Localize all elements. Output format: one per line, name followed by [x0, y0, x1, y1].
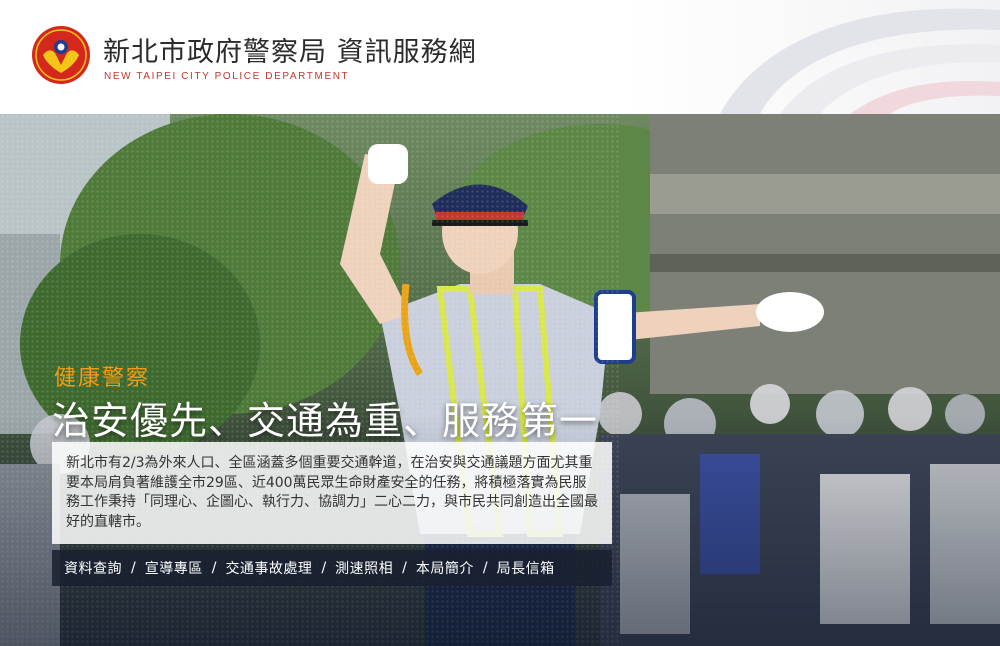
quick-links-nav: 資料查詢 / 宣導專區 / 交通事故處理 / 測速照相 / 本局簡介 / 局長信… [52, 550, 612, 586]
nav-promotion[interactable]: 宣導專區 [145, 558, 203, 578]
hero-tagline-small: 健康警察 [54, 366, 151, 391]
nav-separator: / [402, 560, 407, 576]
site-title[interactable]: 新北市政府警察局 資訊服務網 [103, 30, 477, 69]
nav-separator: / [321, 560, 327, 576]
site-header: 新北市政府警察局 資訊服務網 NEW TAIPEI CITY POLICE DE… [0, 0, 1000, 114]
nav-about[interactable]: 本局簡介 [416, 558, 474, 578]
nav-data-query[interactable]: 資料查詢 [64, 558, 122, 578]
nav-separator: / [131, 560, 136, 576]
hero-banner: 健康警察 治安優先、交通為重、服務第一 新北市有2/3為外來人口、全區涵蓋多個重… [0, 114, 1000, 646]
hero-description: 新北市有2/3為外來人口、全區涵蓋多個重要交通幹道，在治安與交通議題方面尤其重要… [52, 442, 612, 544]
hero-tagline: 治安優先、交通為重、服務第一 [52, 399, 599, 443]
nav-separator: / [482, 560, 488, 576]
nav-traffic-accident[interactable]: 交通事故處理 [225, 558, 312, 578]
site-subtitle: NEW TAIPEI CITY POLICE DEPARTMENT [104, 71, 350, 82]
police-emblem-icon[interactable] [31, 25, 91, 85]
decorative-swoosh [720, 8, 1000, 114]
nav-speed-camera[interactable]: 測速照相 [335, 558, 393, 578]
nav-director-mailbox[interactable]: 局長信箱 [497, 558, 555, 578]
nav-separator: / [211, 560, 217, 576]
